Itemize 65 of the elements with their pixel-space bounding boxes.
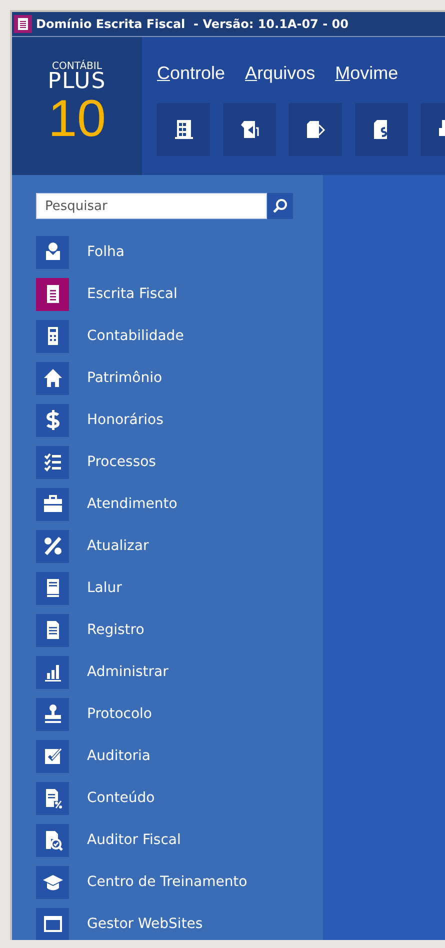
sidebar-item[interactable]: Protocolo bbox=[36, 693, 296, 735]
item-label: Atendimento bbox=[87, 496, 178, 512]
item-label: Contabilidade bbox=[87, 328, 184, 344]
toolbar-button[interactable] bbox=[157, 103, 210, 156]
graduation-cap-icon bbox=[36, 866, 69, 898]
item-label: Conteúdo bbox=[87, 790, 155, 806]
person-icon bbox=[36, 236, 69, 268]
document-percent-icon bbox=[36, 782, 69, 814]
toolbar-button[interactable] bbox=[223, 103, 276, 156]
stamp-icon bbox=[36, 698, 69, 730]
item-label: Auditoria bbox=[87, 748, 151, 764]
item-label: Patrimônio bbox=[87, 370, 162, 386]
sidebar-item[interactable]: Auditor Fiscal bbox=[36, 819, 296, 861]
document-icon bbox=[36, 278, 69, 310]
sidebar-item[interactable]: Registro bbox=[36, 609, 296, 651]
sidebar-item[interactable]: Contabilidade bbox=[36, 315, 296, 357]
sidebar-item[interactable]: Administrar bbox=[36, 651, 296, 693]
sidebar-item[interactable]: Lalur bbox=[36, 567, 296, 609]
item-label: Folha bbox=[87, 244, 124, 260]
item-label: Honorários bbox=[87, 412, 164, 428]
sidebar-item[interactable]: Conteúdo bbox=[36, 777, 296, 819]
sidebar-item[interactable]: Escrita Fiscal bbox=[36, 273, 296, 315]
checklist-icon bbox=[36, 446, 69, 478]
sidebar-item[interactable]: Atendimento bbox=[36, 483, 296, 525]
item-label: Auditor Fiscal bbox=[87, 832, 181, 848]
document-search-icon bbox=[36, 824, 69, 856]
window-title: Domínio Escrita Fiscal - Versão: 10.1A-07 - 00 bbox=[36, 17, 348, 31]
sidebar-item[interactable]: Folha bbox=[36, 231, 296, 273]
item-label: Centro de Treinamento bbox=[87, 874, 248, 890]
logo-text: CONTÁBIL bbox=[52, 61, 102, 72]
house-icon bbox=[36, 362, 69, 394]
dollar-icon bbox=[36, 404, 69, 436]
briefcase-icon bbox=[36, 488, 69, 520]
item-label: Atualizar bbox=[87, 538, 149, 554]
checkbox-icon bbox=[36, 740, 69, 772]
item-label: Protocolo bbox=[87, 706, 152, 722]
calculator-icon bbox=[36, 320, 69, 352]
item-label: Processos bbox=[87, 454, 156, 470]
toolbar-button[interactable] bbox=[355, 103, 408, 156]
item-label: Lalur bbox=[87, 580, 122, 596]
item-label: Gestor WebSites bbox=[87, 916, 203, 932]
search-icon[interactable] bbox=[267, 193, 293, 219]
menu-item[interactable]: Controle bbox=[157, 63, 226, 91]
menu-item[interactable]: Movime bbox=[335, 63, 398, 91]
sidebar-item[interactable]: Processos bbox=[36, 441, 296, 483]
logo-text: PLUS bbox=[48, 72, 106, 92]
sidebar-item[interactable]: Atualizar bbox=[36, 525, 296, 567]
sidebar-item[interactable]: Auditoria bbox=[36, 735, 296, 777]
bar-chart-icon bbox=[36, 656, 69, 688]
document-icon bbox=[14, 15, 32, 33]
item-label: Escrita Fiscal bbox=[87, 286, 178, 302]
item-label: Registro bbox=[87, 622, 144, 638]
percent-icon bbox=[36, 530, 69, 562]
search-field[interactable]: Pesquisar bbox=[36, 193, 267, 219]
item-label: Administrar bbox=[87, 664, 168, 680]
toolbar-button[interactable] bbox=[289, 103, 342, 156]
book-icon bbox=[36, 572, 69, 604]
sidebar-item[interactable]: Gestor WebSites bbox=[36, 903, 296, 940]
document-icon bbox=[36, 614, 69, 646]
browser-window-icon bbox=[36, 908, 69, 940]
sidebar-item[interactable]: Patrimônio bbox=[36, 357, 296, 399]
sidebar-item[interactable]: Centro de Treinamento bbox=[36, 861, 296, 903]
logo-number: 10 bbox=[48, 92, 106, 146]
sidebar-item[interactable]: Honorários bbox=[36, 399, 296, 441]
menu-item[interactable]: Arquivos bbox=[245, 63, 316, 91]
